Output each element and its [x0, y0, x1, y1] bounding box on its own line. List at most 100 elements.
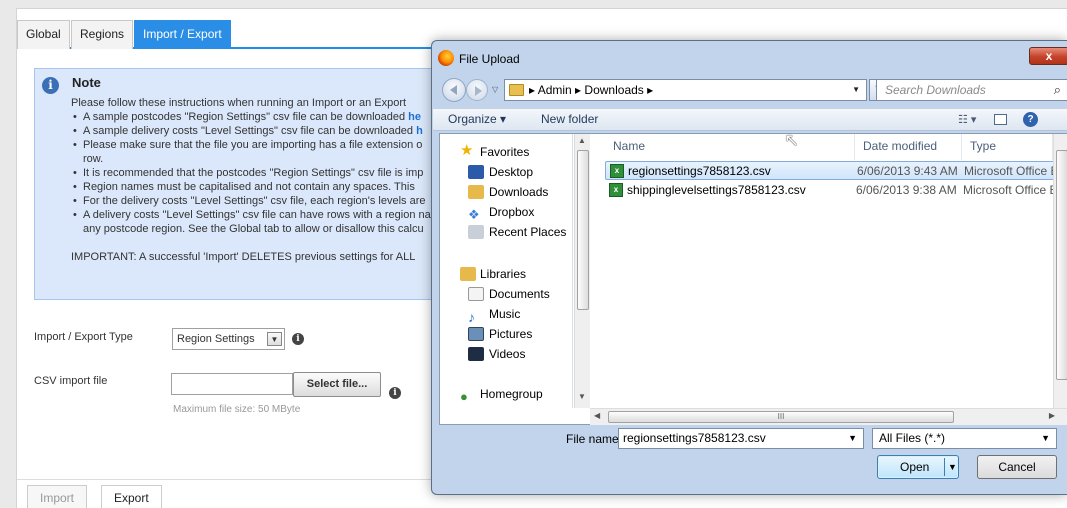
nav-label: Recent Places: [489, 225, 567, 239]
breadcrumb-separator: ▸: [529, 83, 538, 97]
note-bullet: It is recommended that the postcodes "Re…: [71, 166, 454, 180]
select-file-button[interactable]: Select file...: [293, 372, 381, 397]
recent-pages-dropdown[interactable]: ▽: [492, 85, 498, 94]
file-list-scrollbar[interactable]: [1053, 134, 1067, 408]
file-type-filter-value: All Files (*.*): [879, 431, 946, 445]
star-icon: ★: [460, 142, 474, 159]
chevron-down-icon[interactable]: ▼: [852, 80, 860, 100]
nav-label: Videos: [489, 347, 526, 361]
file-row[interactable]: x regionsettings7858123.csv 6/06/2013 9:…: [605, 161, 1063, 180]
organize-menu[interactable]: Organize ▾: [448, 112, 506, 126]
import-export-type-label: Import / Export Type: [34, 331, 133, 343]
scroll-up-icon[interactable]: ▲: [578, 136, 586, 145]
note-bullet-continued: any postcode region. See the Global tab …: [83, 223, 424, 235]
file-date: 6/06/2013 9:38 AM: [856, 183, 957, 197]
scroll-left-icon[interactable]: ◀: [594, 411, 600, 420]
column-header-type[interactable]: Type: [962, 134, 1053, 160]
scrollbar-thumb[interactable]: [1056, 150, 1067, 380]
csv-import-file-label: CSV import file: [34, 375, 108, 387]
firefox-icon: [438, 50, 454, 66]
file-name: shippinglevelsettings7858123.csv: [627, 183, 806, 197]
file-name-value: regionsettings7858123.csv: [623, 431, 766, 445]
import-button[interactable]: Import: [27, 485, 88, 508]
csv-file-icon: x: [609, 183, 623, 197]
import-export-type-select[interactable]: Region Settings ▼: [172, 328, 285, 350]
breadcrumb-separator: ▸: [643, 83, 654, 97]
column-header-date-modified[interactable]: Date modified: [855, 134, 962, 160]
close-button[interactable]: x: [1029, 47, 1067, 65]
scrollbar-thumb[interactable]: III: [608, 411, 954, 423]
active-tab-pointer: [178, 40, 194, 47]
scroll-right-icon[interactable]: ▶: [1049, 411, 1055, 420]
column-header-name[interactable]: Name: [605, 134, 855, 160]
note-bullet-text: A sample postcodes "Region Settings" csv…: [83, 111, 409, 123]
forward-button[interactable]: [466, 79, 488, 101]
help-icon[interactable]: ?: [1023, 112, 1038, 127]
info-icon[interactable]: i: [292, 333, 304, 345]
breadcrumb-admin[interactable]: Admin: [538, 83, 572, 97]
info-icon: i: [42, 77, 59, 94]
back-button[interactable]: [442, 78, 466, 102]
sample-region-csv-link[interactable]: he: [408, 111, 421, 123]
split-divider: [944, 458, 945, 476]
note-bullet: Please make sure that the file you are i…: [71, 138, 454, 152]
nav-label: Desktop: [489, 165, 534, 179]
downloads-folder-icon: [468, 185, 484, 199]
file-type: Microsoft Office E: [964, 164, 1059, 178]
info-icon[interactable]: i: [389, 387, 401, 399]
file-name: regionsettings7858123.csv: [628, 164, 771, 178]
tab-global[interactable]: Global: [17, 20, 70, 49]
desktop-icon: [468, 165, 484, 179]
note-panel: i Note Please follow these instructions …: [34, 68, 454, 300]
note-bullet: A sample postcodes "Region Settings" csv…: [71, 110, 454, 124]
note-bullet-text: A sample delivery costs "Level Settings"…: [83, 125, 417, 137]
documents-icon: [468, 287, 484, 301]
scrollbar-thumb[interactable]: [577, 150, 589, 310]
note-body: Please follow these instructions when ru…: [71, 96, 454, 264]
note-bullet: Region names must be capitalised and not…: [71, 180, 454, 194]
file-name-field[interactable]: regionsettings7858123.csv ▼: [618, 428, 864, 449]
music-icon: ♪: [468, 309, 475, 325]
file-date: 6/06/2013 9:43 AM: [857, 164, 958, 178]
file-browser: ★ Favorites Desktop Downloads ❖ Dropbox Re…: [439, 133, 1067, 425]
chevron-down-icon[interactable]: ▼: [948, 456, 957, 478]
scroll-down-icon[interactable]: ▼: [578, 392, 586, 401]
navigation-scrollbar[interactable]: ▲ ▼: [574, 134, 590, 408]
note-title: Note: [72, 75, 101, 90]
chevron-down-icon[interactable]: ▼: [848, 429, 857, 448]
dialog-title: File Upload: [459, 52, 520, 66]
open-button[interactable]: Open ▼: [877, 455, 959, 479]
pictures-icon: [468, 327, 484, 341]
tab-regions[interactable]: Regions: [71, 20, 134, 49]
breadcrumb-downloads[interactable]: Downloads: [584, 83, 643, 97]
file-row[interactable]: x shippinglevelsettings7858123.csv 6/06/…: [605, 181, 1063, 200]
note-bullet: A sample delivery costs "Level Settings"…: [71, 124, 454, 138]
cancel-button[interactable]: Cancel: [977, 455, 1057, 479]
csv-file-icon: x: [610, 164, 624, 178]
dialog-toolbar: Organize ▾ New folder ☷ ▾ ?: [433, 108, 1067, 131]
max-file-size-hint: Maximum file size: 50 MByte: [173, 404, 301, 415]
new-folder-button[interactable]: New folder: [541, 112, 598, 126]
libraries-icon: [460, 267, 476, 281]
mouse-pointer-icon: ↖: [784, 130, 800, 150]
address-bar[interactable]: ▸ Admin ▸ Downloads ▸ ▼: [504, 79, 867, 101]
preview-pane-icon[interactable]: [994, 114, 1007, 125]
chevron-down-icon: ▼: [1041, 433, 1050, 443]
change-view-icon[interactable]: ☷ ▾: [958, 113, 976, 126]
import-export-type-value: Region Settings: [177, 333, 255, 345]
homegroup-icon: ●: [460, 389, 468, 404]
search-input[interactable]: Search Downloads ⌕: [876, 79, 1067, 101]
recent-places-icon: [468, 225, 484, 239]
open-label: Open: [900, 460, 930, 474]
csv-file-input[interactable]: [171, 373, 293, 395]
folder-icon: [509, 84, 524, 96]
note-bullet-continued: row.: [83, 153, 104, 165]
search-icon: ⌕: [1053, 82, 1061, 97]
note-important: IMPORTANT: A successful 'Import' DELETES…: [71, 251, 416, 263]
horizontal-scrollbar[interactable]: ◀ III ▶: [590, 408, 1067, 425]
note-intro: Please follow these instructions when ru…: [71, 97, 407, 109]
file-type-filter[interactable]: All Files (*.*) ▼: [872, 428, 1057, 449]
sample-level-csv-link[interactable]: h: [416, 125, 423, 137]
note-bullet: A delivery costs "Level Settings" csv fi…: [71, 208, 454, 222]
export-button[interactable]: Export: [101, 485, 162, 508]
